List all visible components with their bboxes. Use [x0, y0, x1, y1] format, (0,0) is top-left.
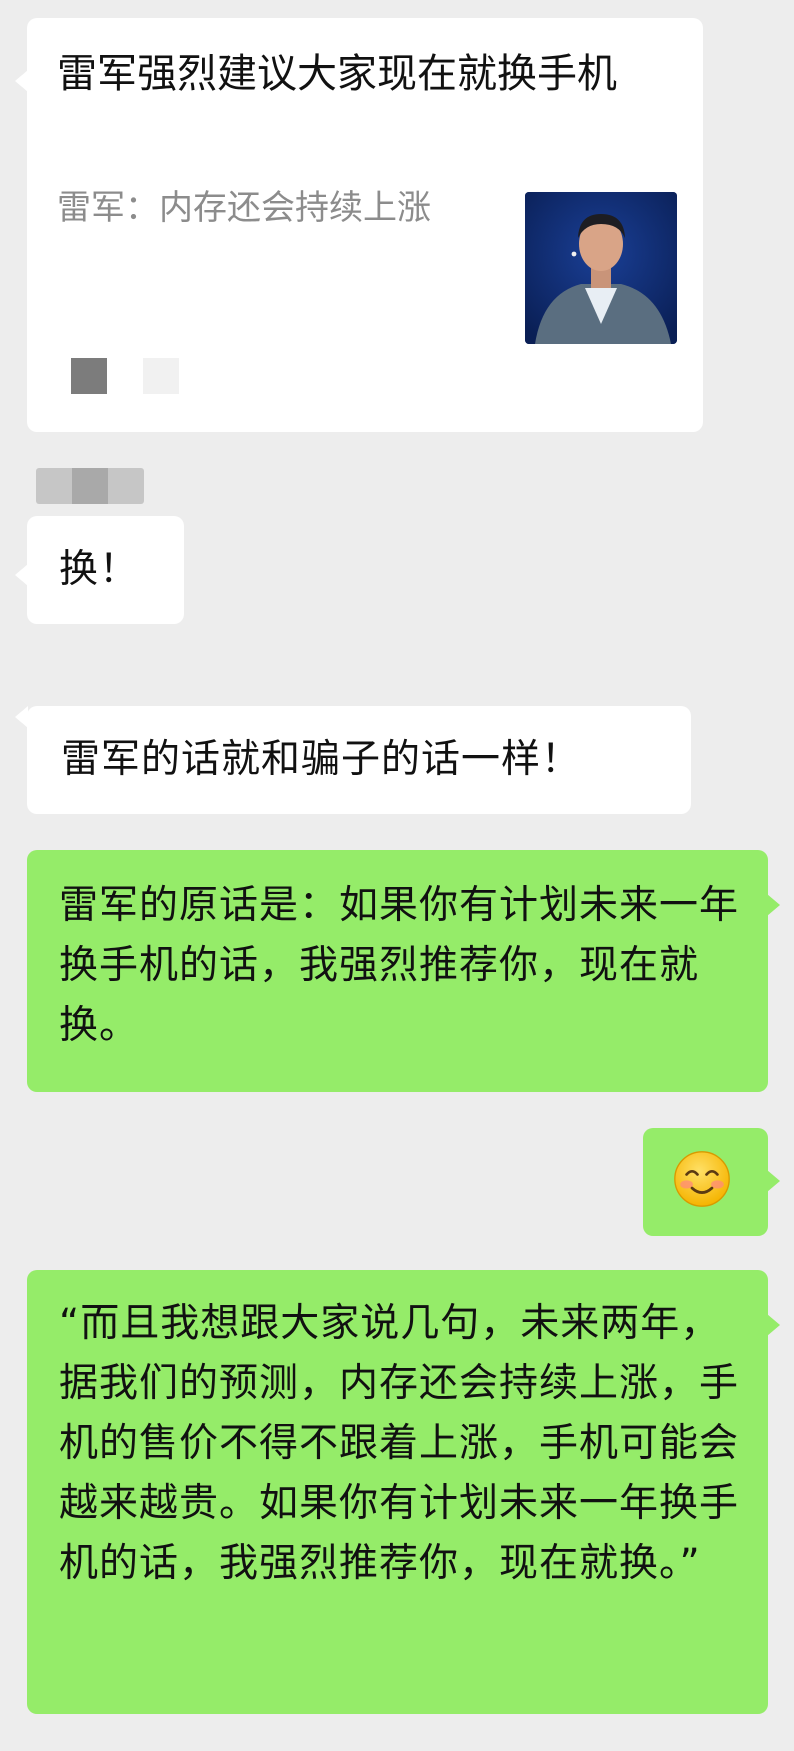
message-text: “而且我想跟大家说几句，未来两年，据我们的预测，内存还会持续上涨，手机的售价不得…	[59, 1301, 740, 1586]
source-logo-blurred	[71, 358, 107, 394]
outgoing-text-message[interactable]: “而且我想跟大家说几句，未来两年，据我们的预测，内存还会持续上涨，手机的售价不得…	[27, 1270, 780, 1714]
link-card-message[interactable]: 雷军强烈建议大家现在就换手机 雷军：内存还会持续上涨	[15, 18, 703, 432]
message-text: 雷军的原话是：如果你有计划未来一年换手机的话，我强烈推荐你，现在就换。	[59, 883, 740, 1048]
message-text: 雷军的话就和骗子的话一样！	[61, 737, 582, 782]
message-text: 换！	[59, 547, 140, 592]
incoming-text-message[interactable]: 雷军的话就和骗子的话一样！	[15, 706, 691, 814]
outgoing-emoji-message[interactable]	[643, 1128, 780, 1236]
sender-name-blurred	[36, 468, 144, 504]
person-thumbnail-image	[525, 192, 677, 344]
link-card-title: 雷军强烈建议大家现在就换手机	[57, 51, 617, 97]
incoming-text-message[interactable]: 换！	[15, 516, 184, 624]
smiling-face-icon	[674, 1151, 730, 1207]
link-card-description: 雷军：内存还会持续上涨	[57, 188, 431, 228]
source-name-blurred	[143, 358, 179, 394]
outgoing-text-message[interactable]: 雷军的原话是：如果你有计划未来一年换手机的话，我强烈推荐你，现在就换。	[27, 850, 780, 1092]
link-card-thumbnail	[525, 192, 677, 344]
